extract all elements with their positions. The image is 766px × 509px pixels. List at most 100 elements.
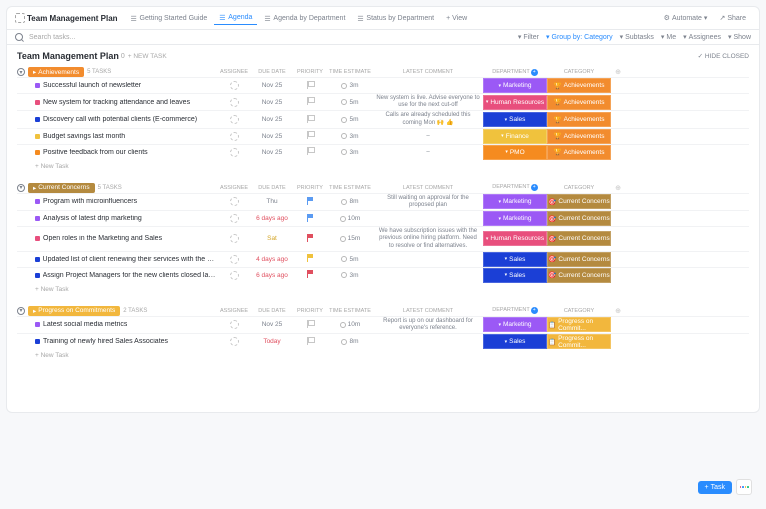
column-header[interactable]: PRIORITY bbox=[293, 185, 327, 191]
category-cell[interactable]: 🎯Current Concerns bbox=[547, 268, 611, 283]
time-estimate[interactable]: 3m bbox=[327, 272, 373, 279]
assignee-cell[interactable] bbox=[217, 98, 251, 107]
column-header[interactable]: LATEST COMMENT bbox=[373, 69, 483, 75]
apps-button[interactable] bbox=[736, 479, 752, 495]
column-header[interactable]: ASSIGNEE bbox=[217, 185, 251, 191]
column-header[interactable]: DEPARTMENT+ bbox=[483, 69, 547, 76]
priority-cell[interactable] bbox=[293, 254, 327, 264]
department-cell[interactable]: ▾Human Resources bbox=[483, 231, 547, 246]
assignee-cell[interactable] bbox=[217, 148, 251, 157]
filter-button[interactable]: ▾ Subtasks bbox=[620, 33, 654, 41]
due-date[interactable]: Thu bbox=[251, 198, 293, 205]
assignee-cell[interactable] bbox=[217, 271, 251, 280]
add-view-button[interactable]: + View bbox=[441, 12, 472, 25]
priority-cell[interactable] bbox=[293, 197, 327, 207]
new-task-fab[interactable]: +Task bbox=[698, 481, 733, 494]
task-row[interactable]: Updated list of client renewing their se… bbox=[17, 251, 749, 267]
column-header[interactable]: TIME ESTIMATE bbox=[327, 69, 373, 75]
department-cell[interactable]: ▾Marketing bbox=[483, 211, 547, 226]
time-estimate[interactable]: 3m bbox=[327, 149, 373, 156]
filter-button[interactable]: ▾ Filter bbox=[518, 33, 539, 41]
category-cell[interactable]: 🏆Achievements bbox=[547, 112, 611, 127]
category-cell[interactable]: 📋Progress on Commit... bbox=[547, 317, 611, 332]
assignee-cell[interactable] bbox=[217, 81, 251, 90]
task-row[interactable]: Budget savings last monthNov 253m–▾Finan… bbox=[17, 128, 749, 144]
priority-cell[interactable] bbox=[293, 270, 327, 280]
task-row[interactable]: New system for tracking attendance and l… bbox=[17, 93, 749, 110]
due-date[interactable]: Nov 25 bbox=[251, 149, 293, 156]
due-date[interactable]: Sat bbox=[251, 235, 293, 242]
category-cell[interactable]: 🏆Achievements bbox=[547, 129, 611, 144]
column-header[interactable]: LATEST COMMENT bbox=[373, 185, 483, 191]
column-header[interactable]: TIME ESTIMATE bbox=[327, 185, 373, 191]
department-cell[interactable]: ▾Sales bbox=[483, 252, 547, 267]
view-tab[interactable]: ☰Status by Department bbox=[352, 12, 439, 25]
category-cell[interactable]: 🏆Achievements bbox=[547, 78, 611, 93]
group-pill[interactable]: ▸Progress on Commitments bbox=[28, 306, 120, 316]
time-estimate[interactable]: 10m bbox=[327, 215, 373, 222]
column-header[interactable]: LATEST COMMENT bbox=[373, 308, 483, 314]
priority-cell[interactable] bbox=[293, 97, 327, 107]
due-date[interactable]: Today bbox=[251, 338, 293, 345]
time-estimate[interactable]: 5m bbox=[327, 99, 373, 106]
time-estimate[interactable]: 5m bbox=[327, 116, 373, 123]
column-header[interactable]: CATEGORY bbox=[547, 308, 611, 314]
time-estimate[interactable]: 8m bbox=[327, 338, 373, 345]
assignee-cell[interactable] bbox=[217, 132, 251, 141]
task-row[interactable]: Latest social media metricsNov 2510mRepo… bbox=[17, 316, 749, 333]
department-cell[interactable]: ▾Finance bbox=[483, 129, 547, 144]
priority-cell[interactable] bbox=[293, 115, 327, 125]
time-estimate[interactable]: 3m bbox=[327, 133, 373, 140]
category-cell[interactable]: 🏆Achievements bbox=[547, 145, 611, 160]
due-date[interactable]: 6 days ago bbox=[251, 215, 293, 222]
assignee-cell[interactable] bbox=[217, 115, 251, 124]
department-cell[interactable]: ▾Sales bbox=[483, 112, 547, 127]
column-header[interactable]: DUE DATE bbox=[251, 185, 293, 191]
category-cell[interactable]: 🎯Current Concerns bbox=[547, 231, 611, 246]
group-pill[interactable]: ▸Current Concerns bbox=[28, 183, 95, 193]
task-row[interactable]: Discovery call with potential clients (E… bbox=[17, 110, 749, 127]
due-date[interactable]: 6 days ago bbox=[251, 272, 293, 279]
column-header[interactable]: ASSIGNEE bbox=[217, 69, 251, 75]
department-cell[interactable]: ▾Marketing bbox=[483, 194, 547, 209]
assignee-cell[interactable] bbox=[217, 337, 251, 346]
column-header[interactable]: PRIORITY bbox=[293, 308, 327, 314]
assignee-cell[interactable] bbox=[217, 197, 251, 206]
due-date[interactable]: Nov 25 bbox=[251, 99, 293, 106]
assignee-cell[interactable] bbox=[217, 214, 251, 223]
time-estimate[interactable]: 3m bbox=[327, 82, 373, 89]
time-estimate[interactable]: 8m bbox=[327, 198, 373, 205]
new-task-link[interactable]: + NEW TASK bbox=[128, 53, 167, 60]
priority-cell[interactable] bbox=[293, 320, 327, 330]
time-estimate[interactable]: 5m bbox=[327, 256, 373, 263]
new-task-row[interactable]: + New Task bbox=[17, 160, 749, 173]
priority-cell[interactable] bbox=[293, 214, 327, 224]
task-row[interactable]: Analysis of latest drip marketing6 days … bbox=[17, 210, 749, 226]
hide-closed-toggle[interactable]: ✓ HIDE CLOSED bbox=[698, 52, 749, 60]
assignee-cell[interactable] bbox=[217, 255, 251, 264]
category-cell[interactable]: 🏆Achievements bbox=[547, 95, 611, 110]
task-row[interactable]: Assign Project Managers for the new clie… bbox=[17, 267, 749, 283]
collapse-icon[interactable]: ▾ bbox=[17, 68, 25, 76]
priority-cell[interactable] bbox=[293, 337, 327, 347]
task-row[interactable]: Positive feedback from our clientsNov 25… bbox=[17, 144, 749, 160]
filter-button[interactable]: ▾ Me bbox=[661, 33, 676, 41]
column-header[interactable]: CATEGORY bbox=[547, 69, 611, 75]
settings-icon[interactable] bbox=[15, 13, 25, 23]
add-column-icon[interactable]: ⊕ bbox=[611, 307, 625, 315]
share-button[interactable]: ↗Share bbox=[714, 12, 751, 24]
category-cell[interactable]: 🎯Current Concerns bbox=[547, 194, 611, 209]
due-date[interactable]: Nov 25 bbox=[251, 321, 293, 328]
search-icon[interactable] bbox=[15, 33, 23, 41]
filter-button[interactable]: ▾ Group by: Category bbox=[546, 33, 613, 41]
new-task-row[interactable]: + New Task bbox=[17, 283, 749, 296]
collapse-icon[interactable]: ▾ bbox=[17, 307, 25, 315]
task-row[interactable]: Training of newly hired Sales Associates… bbox=[17, 333, 749, 349]
due-date[interactable]: Nov 25 bbox=[251, 116, 293, 123]
department-cell[interactable]: ▾Human Resources bbox=[483, 95, 547, 110]
filter-button[interactable]: ▾ Assignees bbox=[683, 33, 721, 41]
column-header[interactable]: DEPARTMENT+ bbox=[483, 184, 547, 191]
automate-button[interactable]: ⚙Automate▾ bbox=[659, 12, 713, 24]
view-tab[interactable]: ☰Agenda bbox=[214, 11, 257, 25]
department-cell[interactable]: ▾Marketing bbox=[483, 78, 547, 93]
